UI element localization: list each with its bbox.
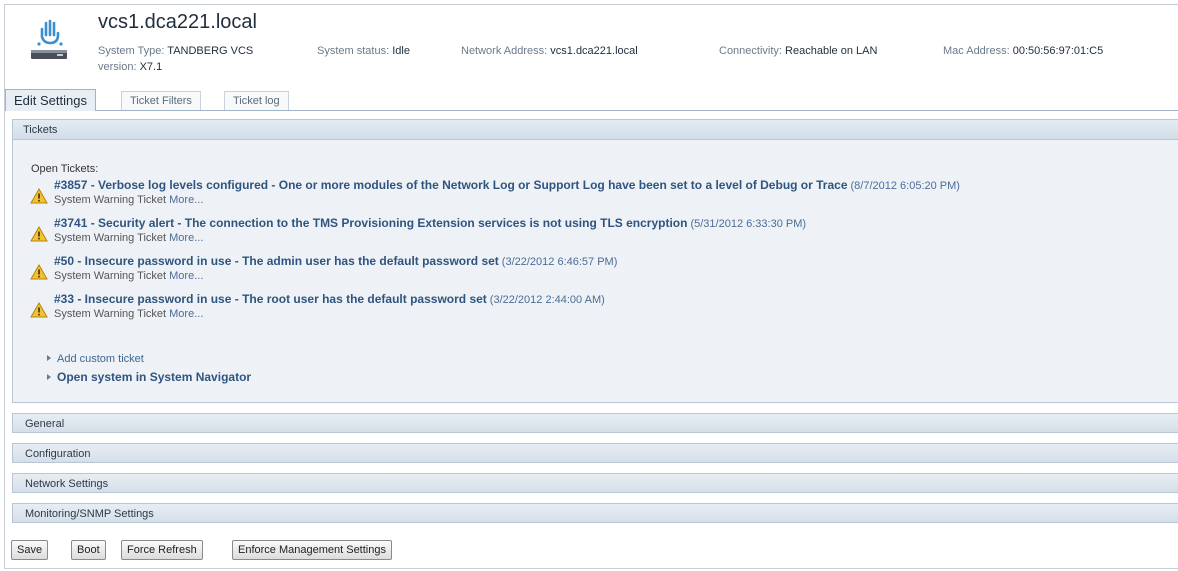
system-title: vcs1.dca221.local bbox=[98, 11, 257, 33]
ticket-date: (3/22/2012 6:46:57 PM) bbox=[501, 256, 618, 268]
ticket-subtitle: System Warning Ticket More... bbox=[54, 232, 203, 244]
mac-address-value: 00:50:56:97:01:C5 bbox=[1012, 45, 1104, 57]
version-value: X7.1 bbox=[139, 61, 163, 73]
ticket-more-link[interactable]: More... bbox=[169, 232, 203, 244]
ticket-date: (5/31/2012 6:33:30 PM) bbox=[690, 218, 807, 230]
tickets-panel: Tickets Open Tickets: #3857 - Verbose lo… bbox=[12, 119, 1178, 403]
warning-icon bbox=[30, 188, 48, 204]
network-address-value: vcs1.dca221.local bbox=[550, 45, 638, 57]
connectivity-meta: Connectivity: Reachable on LAN bbox=[719, 45, 877, 57]
network-address-meta: Network Address: vcs1.dca221.local bbox=[461, 45, 638, 57]
system-type-meta: System Type: TANDBERG VCS bbox=[98, 45, 253, 57]
ticket-item: #33 - Insecure password in use - The roo… bbox=[30, 292, 1178, 324]
ticket-title[interactable]: #3857 - Verbose log levels configured - … bbox=[54, 178, 960, 192]
ticket-more-link[interactable]: More... bbox=[169, 270, 203, 282]
tab-edit-settings[interactable]: Edit Settings bbox=[5, 89, 96, 111]
ticket-more-link[interactable]: More... bbox=[169, 308, 203, 320]
open-tickets-label: Open Tickets: bbox=[31, 163, 99, 175]
connectivity-value: Reachable on LAN bbox=[785, 45, 878, 57]
tab-ticket-log[interactable]: Ticket log bbox=[224, 91, 289, 110]
ticket-title-text[interactable]: #3741 - Security alert - The connection … bbox=[54, 216, 687, 230]
expand-arrow-icon bbox=[47, 355, 51, 361]
ticket-item: #3857 - Verbose log levels configured - … bbox=[30, 178, 1178, 210]
ticket-item: #50 - Insecure password in use - The adm… bbox=[30, 254, 1178, 286]
warning-icon bbox=[30, 226, 48, 242]
warning-icon bbox=[30, 264, 48, 280]
mac-address-label: Mac Address: bbox=[943, 45, 1010, 57]
tab-ticket-filters[interactable]: Ticket Filters bbox=[121, 91, 201, 110]
open-navigator-label[interactable]: Open system in System Navigator bbox=[57, 370, 251, 384]
warning-icon bbox=[30, 302, 48, 318]
ticket-title[interactable]: #50 - Insecure password in use - The adm… bbox=[54, 254, 617, 268]
system-header: vcs1.dca221.local System Type: TANDBERG … bbox=[5, 5, 1178, 89]
add-custom-ticket-label[interactable]: Add custom ticket bbox=[57, 353, 144, 365]
ticket-date: (3/22/2012 2:44:00 AM) bbox=[489, 294, 605, 306]
connectivity-label: Connectivity: bbox=[719, 45, 782, 57]
ticket-more-link[interactable]: More... bbox=[169, 194, 203, 206]
expand-arrow-icon bbox=[47, 374, 51, 380]
section-monitoring-snmp[interactable]: Monitoring/SNMP Settings bbox=[12, 503, 1178, 523]
section-general[interactable]: General bbox=[12, 413, 1178, 433]
system-status-value: Idle bbox=[392, 45, 410, 57]
tab-bar: Edit Settings Ticket Filters Ticket log bbox=[5, 89, 1178, 111]
system-status-meta: System status: Idle bbox=[317, 45, 410, 57]
system-type-label: System Type: bbox=[98, 45, 165, 57]
network-address-label: Network Address: bbox=[461, 45, 548, 57]
ticket-type: System Warning Ticket bbox=[54, 232, 167, 244]
system-details-frame: vcs1.dca221.local System Type: TANDBERG … bbox=[4, 4, 1178, 569]
version-meta: version: X7.1 bbox=[98, 61, 162, 73]
ticket-item: #3741 - Security alert - The connection … bbox=[30, 216, 1178, 248]
ticket-title[interactable]: #3741 - Security alert - The connection … bbox=[54, 216, 806, 230]
save-button[interactable]: Save bbox=[11, 540, 49, 560]
ticket-subtitle: System Warning Ticket More... bbox=[54, 270, 203, 282]
enforce-management-button[interactable]: Enforce Management Settings bbox=[232, 540, 392, 560]
system-status-label: System status: bbox=[317, 45, 390, 57]
ticket-title-text[interactable]: #3857 - Verbose log levels configured - … bbox=[54, 178, 848, 192]
boot-button[interactable]: Boot bbox=[71, 540, 106, 560]
force-refresh-button[interactable]: Force Refresh bbox=[121, 540, 203, 560]
open-navigator-link[interactable]: Open system in System Navigator bbox=[47, 370, 251, 384]
ticket-title[interactable]: #33 - Insecure password in use - The roo… bbox=[54, 292, 605, 306]
ticket-subtitle: System Warning Ticket More... bbox=[54, 194, 203, 206]
server-device-icon bbox=[31, 19, 67, 59]
add-custom-ticket-link[interactable]: Add custom ticket bbox=[47, 353, 144, 365]
ticket-type: System Warning Ticket bbox=[54, 270, 167, 282]
tickets-panel-header[interactable]: Tickets bbox=[13, 120, 1178, 140]
section-configuration[interactable]: Configuration bbox=[12, 443, 1178, 463]
ticket-title-text[interactable]: #33 - Insecure password in use - The roo… bbox=[54, 292, 487, 306]
ticket-date: (8/7/2012 6:05:20 PM) bbox=[850, 180, 960, 192]
system-type-value: TANDBERG VCS bbox=[167, 45, 254, 57]
section-network-settings[interactable]: Network Settings bbox=[12, 473, 1178, 493]
ticket-type: System Warning Ticket bbox=[54, 308, 167, 320]
mac-address-meta: Mac Address: 00:50:56:97:01:C5 bbox=[943, 45, 1103, 57]
ticket-title-text[interactable]: #50 - Insecure password in use - The adm… bbox=[54, 254, 499, 268]
version-label: version: bbox=[98, 61, 137, 73]
ticket-subtitle: System Warning Ticket More... bbox=[54, 308, 203, 320]
ticket-type: System Warning Ticket bbox=[54, 194, 167, 206]
